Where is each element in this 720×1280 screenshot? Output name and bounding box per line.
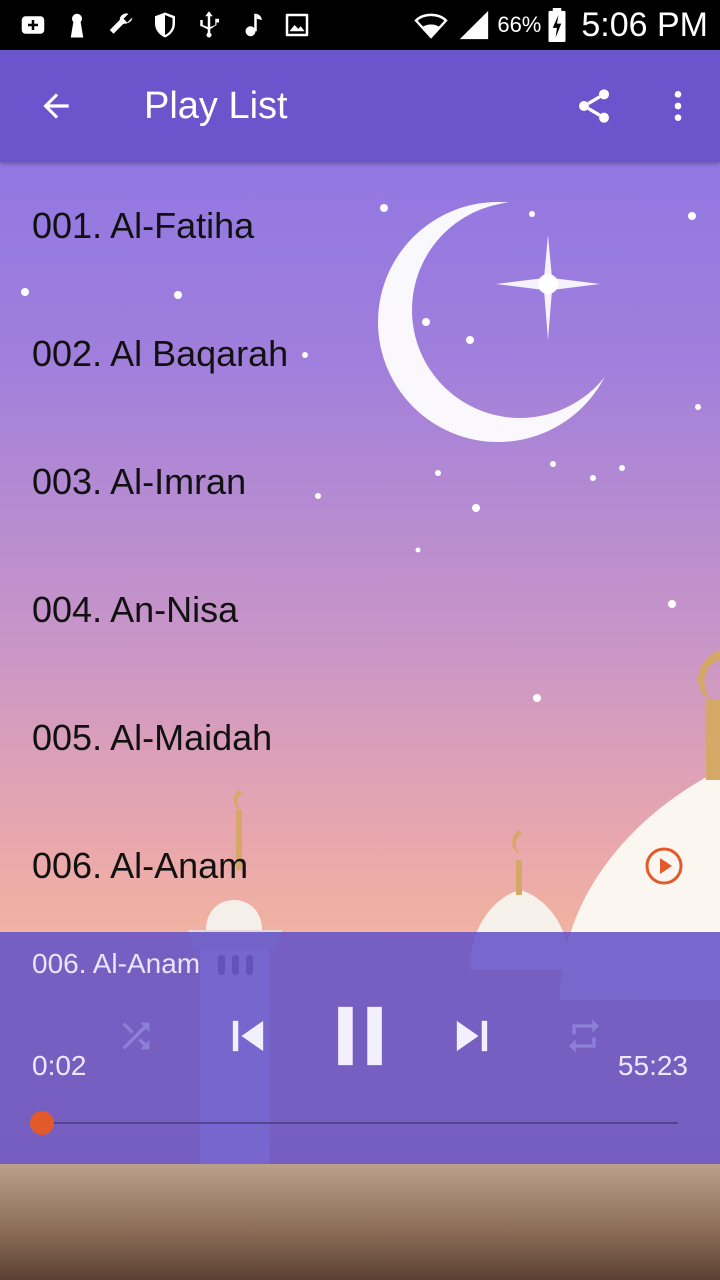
shuffle-button[interactable] — [112, 1012, 160, 1060]
add-box-icon — [21, 16, 45, 34]
total-duration: 55:23 — [617, 1050, 688, 1081]
playlist: 001. Al-Fatiha 002. Al Baqarah 003. Al-I… — [0, 162, 720, 930]
elapsed-time: 0:02 — [32, 1050, 87, 1081]
track-label: 005. Al-Maidah — [32, 717, 273, 758]
shuffle-icon — [122, 1022, 150, 1050]
shield-icon — [155, 12, 175, 38]
clock: 5:06 PM — [581, 5, 708, 44]
next-button[interactable] — [444, 1006, 500, 1066]
track-label: 006. Al-Anam — [32, 845, 249, 886]
repeat-icon — [569, 1019, 599, 1053]
share-icon — [579, 89, 609, 123]
list-item[interactable]: 003. Al-Imran — [0, 418, 720, 546]
now-playing-title: 006. Al-Anam — [32, 948, 201, 979]
usb-icon — [200, 11, 219, 38]
list-item[interactable]: 005. Al-Maidah — [0, 674, 720, 802]
skip-next-icon — [456, 1020, 488, 1052]
wifi-icon — [414, 13, 448, 39]
list-item[interactable]: 002. Al Baqarah — [0, 290, 720, 418]
back-button[interactable] — [0, 50, 112, 162]
more-vert-icon — [674, 91, 682, 121]
mosque-photo-strip — [0, 1164, 720, 1280]
app-bar: Play List — [0, 50, 720, 162]
page-title: Play List — [144, 84, 288, 127]
keyhole-icon — [70, 13, 84, 38]
overflow-menu-button[interactable] — [636, 50, 720, 162]
battery-icon — [548, 8, 566, 42]
share-button[interactable] — [552, 50, 636, 162]
music-note-icon — [245, 13, 262, 37]
list-item[interactable]: 004. An-Nisa — [0, 546, 720, 674]
wrench-icon — [109, 13, 133, 34]
track-label: 003. Al-Imran — [32, 461, 247, 502]
list-item[interactable]: 001. Al-Fatiha — [0, 162, 720, 290]
battery-percent: 66% — [497, 12, 542, 37]
signal-icon — [460, 10, 489, 40]
arrow-back-icon — [43, 93, 69, 119]
repeat-button[interactable] — [560, 1012, 608, 1060]
track-label: 001. Al-Fatiha — [32, 205, 255, 246]
seek-thumb[interactable] — [30, 1111, 55, 1135]
now-playing-indicator-icon — [645, 847, 683, 885]
pause-icon — [338, 1006, 382, 1066]
previous-button[interactable] — [220, 1006, 276, 1066]
track-label: 002. Al Baqarah — [32, 333, 289, 374]
seek-bar[interactable] — [30, 1111, 678, 1135]
track-label: 004. An-Nisa — [32, 589, 239, 630]
image-icon — [285, 13, 309, 37]
pause-button[interactable] — [328, 1000, 392, 1072]
status-bar: 66% 5:06 PM — [0, 0, 720, 50]
list-item-playing[interactable]: 006. Al-Anam — [0, 802, 720, 930]
skip-previous-icon — [232, 1020, 264, 1052]
player-panel: 006. Al-Anam 0:02 55:23 — [0, 932, 720, 1164]
